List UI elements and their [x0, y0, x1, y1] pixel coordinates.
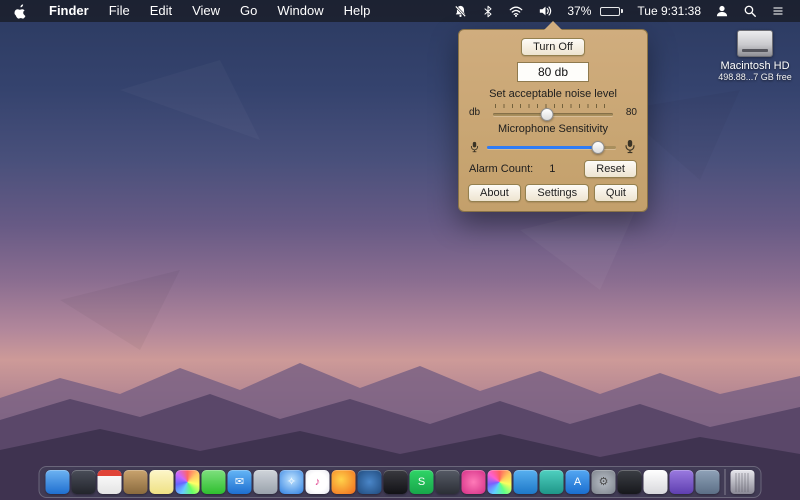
menubar-left: Finder File Edit View Go Window Help [0, 0, 380, 22]
noise-slider-max-label: 80 [625, 106, 637, 118]
noise-slider-min-label: db [469, 106, 481, 118]
dock-icon-mail[interactable]: ✉ [227, 470, 252, 494]
menu-item-view[interactable]: View [182, 0, 230, 22]
bluetooth-icon[interactable] [475, 0, 501, 22]
quit-button[interactable]: Quit [593, 184, 638, 202]
dock-icon-app-black[interactable] [383, 470, 408, 494]
dock-icon-downloads[interactable] [695, 470, 720, 494]
dock-icon-app-gray-1[interactable] [253, 470, 278, 494]
battery-percentage: 37% [567, 4, 592, 18]
db-value-field[interactable]: 80 db [517, 62, 589, 82]
dock-icon-finder[interactable] [45, 470, 70, 494]
dock-icon-app-purple[interactable] [669, 470, 694, 494]
mic-sensitivity-slider[interactable] [487, 139, 616, 155]
dock-icon-app-dark-1[interactable] [71, 470, 96, 494]
dock-apps: ✉ ✧ ♪ S A ⚙ [45, 470, 720, 494]
alarm-count-label: Alarm Count: [469, 163, 534, 175]
dock-icon-app-white[interactable] [643, 470, 668, 494]
apple-icon [14, 3, 26, 19]
dock-icon-system-preferences[interactable]: ⚙ [591, 470, 616, 494]
mute-bell-icon[interactable] [446, 0, 475, 22]
about-button[interactable]: About [468, 184, 521, 202]
dock-icon-contacts[interactable] [123, 470, 148, 494]
dock-icon-calendar[interactable] [97, 470, 122, 494]
dock-icon-app-dark-2[interactable] [435, 470, 460, 494]
battery-icon[interactable] [598, 0, 630, 22]
menubar: Finder File Edit View Go Window Help 37%… [0, 0, 800, 22]
menu-item-edit[interactable]: Edit [140, 0, 182, 22]
menu-item-file[interactable]: File [99, 0, 140, 22]
wifi-icon[interactable] [501, 0, 531, 22]
turn-off-button[interactable]: Turn Off [521, 38, 585, 56]
trash-icon[interactable] [730, 470, 755, 494]
mic-large-icon [625, 139, 635, 154]
dock-icon-itunes[interactable]: ♪ [305, 470, 330, 494]
noise-slider-thumb[interactable] [540, 108, 554, 121]
dock-icon-spotify[interactable]: S [409, 470, 434, 494]
noise-level-label: Set acceptable noise level [489, 88, 617, 100]
dock-icon-terminal[interactable] [617, 470, 642, 494]
hd-title: Macintosh HD [720, 60, 790, 72]
user-icon[interactable] [708, 0, 736, 22]
notification-center-icon[interactable] [764, 0, 792, 22]
dock: ✉ ✧ ♪ S A ⚙ [38, 466, 762, 498]
desktop-wallpaper [0, 0, 800, 500]
dock-divider [724, 469, 726, 495]
macintosh-hd-desktop-icon[interactable]: Macintosh HD 498.88...7 GB free [714, 30, 796, 82]
mic-sensitivity-label: Microphone Sensitivity [497, 123, 609, 135]
menubar-clock[interactable]: Tue 9:31:38 [630, 0, 708, 22]
dock-icon-app-blue-globe[interactable] [357, 470, 382, 494]
search-icon[interactable] [736, 0, 764, 22]
dock-icon-messages[interactable] [201, 470, 226, 494]
menu-item-go[interactable]: Go [230, 0, 267, 22]
dock-icon-photos[interactable] [175, 470, 200, 494]
noise-app-popover: Turn Off 80 db Set acceptable noise leve… [458, 21, 648, 212]
mic-small-icon [470, 141, 479, 152]
dock-icon-app-teal[interactable] [539, 470, 564, 494]
noise-level-slider[interactable] [489, 103, 617, 121]
menu-item-window[interactable]: Window [267, 0, 333, 22]
hd-free-space: 498.88...7 GB free [718, 72, 792, 82]
dock-icon-safari[interactable]: ✧ [279, 470, 304, 494]
hard-drive-icon [737, 30, 773, 57]
reset-button[interactable]: Reset [584, 160, 637, 178]
apple-menu[interactable] [0, 0, 39, 22]
noise-slider-ticks [495, 104, 612, 108]
menubar-status-area: 37% Tue 9:31:38 [446, 0, 800, 22]
volume-icon[interactable] [531, 0, 560, 22]
dock-icon-app-store[interactable]: A [565, 470, 590, 494]
mic-slider-fill [487, 145, 598, 149]
mic-slider-thumb[interactable] [591, 140, 605, 154]
alarm-count-value: 1 [549, 163, 556, 175]
dock-icon-firefox[interactable] [331, 470, 356, 494]
dock-icon-app-blue[interactable] [513, 470, 538, 494]
menu-item-help[interactable]: Help [334, 0, 381, 22]
menu-item-finder[interactable]: Finder [39, 0, 99, 22]
wallpaper-mountains [0, 200, 800, 500]
dock-icon-notes[interactable] [149, 470, 174, 494]
dock-icon-pinwheel[interactable] [487, 470, 512, 494]
dock-icon-photo-booth[interactable] [461, 470, 486, 494]
settings-button[interactable]: Settings [525, 184, 590, 202]
